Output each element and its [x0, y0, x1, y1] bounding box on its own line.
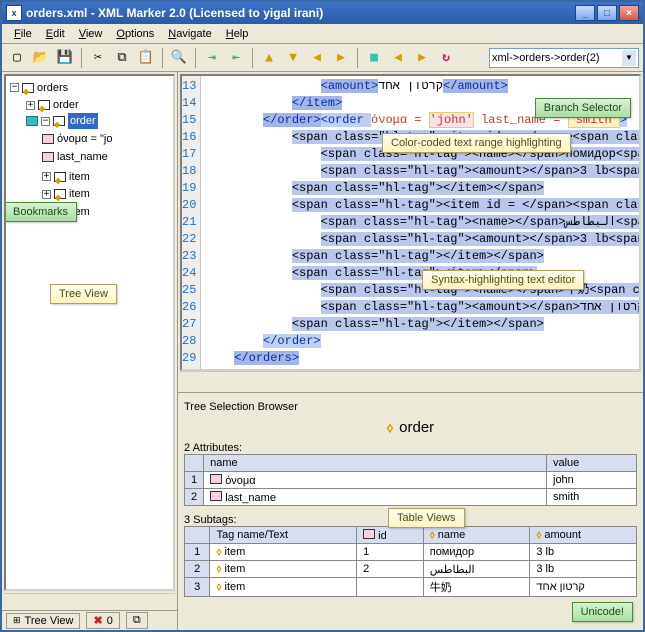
- tree-node-order-selected[interactable]: order: [68, 113, 98, 129]
- table-row: 2 last_namesmith: [185, 489, 637, 506]
- bookmark-icon[interactable]: ■: [363, 47, 385, 69]
- save-icon[interactable]: 💾: [54, 47, 76, 69]
- tag-icon: ◆: [22, 83, 34, 93]
- tag-icon: ⬨: [216, 546, 221, 558]
- prev-bookmark-icon[interactable]: ◀: [387, 47, 409, 69]
- col-name[interactable]: name: [204, 455, 547, 472]
- errors-tab[interactable]: ✖0: [86, 612, 119, 629]
- table-row: 3⬨ item牛奶קרטון אחד: [185, 578, 637, 597]
- app-icon: x: [6, 5, 22, 21]
- tree-scrollbar[interactable]: [4, 593, 175, 610]
- menu-view[interactable]: View: [73, 26, 109, 42]
- tree-node-orders[interactable]: orders: [37, 80, 68, 96]
- col-name[interactable]: ⬨ name: [423, 527, 530, 544]
- nav-left-icon[interactable]: ◀: [306, 47, 328, 69]
- left-statusbar: ⊞Tree View ✖0 ⧉: [2, 610, 177, 630]
- collapse-icon[interactable]: −: [10, 83, 19, 92]
- tree-attr[interactable]: last_name: [57, 149, 108, 165]
- line-gutter: 13 14 15 16 17 18 19 20 21 22 23 24 25 2…: [182, 76, 201, 369]
- maximize-button[interactable]: □: [597, 5, 617, 21]
- branch-selector-text: xml->orders->order(2): [492, 52, 600, 64]
- table-row: 2⬨ item2البطاطس3 lb: [185, 561, 637, 578]
- callout-syntax-editor: Syntax-highlighting text editor: [422, 270, 584, 290]
- close-button[interactable]: ×: [619, 5, 639, 21]
- find-icon[interactable]: 🔍: [168, 47, 190, 69]
- menu-navigate[interactable]: Navigate: [162, 26, 217, 42]
- outdent-icon[interactable]: ⇤: [225, 47, 247, 69]
- next-bookmark-icon[interactable]: ▶: [411, 47, 433, 69]
- tree-node-item[interactable]: item: [69, 169, 90, 185]
- attr-icon: [210, 474, 222, 484]
- new-icon[interactable]: ▢: [6, 47, 28, 69]
- status-extra[interactable]: ⧉: [126, 612, 148, 629]
- treeview-tab-label: Tree View: [25, 615, 74, 627]
- paste-icon[interactable]: 📋: [135, 47, 157, 69]
- selection-browser-title: Tree Selection Browser: [184, 401, 637, 413]
- tag-icon: ⬨: [430, 529, 435, 541]
- minimize-button[interactable]: _: [575, 5, 595, 21]
- menu-options[interactable]: Options: [110, 26, 160, 42]
- collapse-icon[interactable]: −: [41, 117, 50, 126]
- menubar: File Edit View Options Navigate Help: [2, 24, 643, 44]
- tree-view[interactable]: −◆orders +◆order −◆order όνομα = "jo las…: [4, 74, 175, 591]
- table-row: 1⬨ item1помидор3 lb: [185, 544, 637, 561]
- col-value[interactable]: value: [547, 455, 637, 472]
- menu-help[interactable]: Help: [220, 26, 255, 42]
- col-amount[interactable]: ⬨ amount: [530, 527, 637, 544]
- attr-icon: [210, 491, 222, 501]
- selection-browser: Tree Selection Browser ⬨ order 2 Attribut…: [178, 392, 643, 630]
- col-tagname[interactable]: Tag name/Text: [210, 527, 357, 544]
- tag-icon: ◆: [53, 116, 65, 126]
- attributes-table[interactable]: namevalue 1 όνομαjohn 2 last_namesmith: [184, 454, 637, 506]
- tag-icon: ◆: [38, 100, 50, 110]
- code-editor[interactable]: 13 14 15 16 17 18 19 20 21 22 23 24 25 2…: [180, 74, 641, 371]
- tree-attr[interactable]: όνομα = "jo: [57, 131, 112, 147]
- tree-node-order[interactable]: order: [53, 97, 79, 113]
- cut-icon[interactable]: ✂: [87, 47, 109, 69]
- titlebar: x orders.xml - XML Marker 2.0 (Licensed …: [2, 2, 643, 24]
- selection-heading: order: [399, 419, 434, 436]
- attr-icon: [42, 152, 54, 162]
- menu-file[interactable]: File: [8, 26, 38, 42]
- attributes-label: 2 Attributes:: [184, 442, 637, 454]
- callout-color-highlighting: Color-coded text range highlighting: [382, 133, 571, 153]
- nav-up-icon[interactable]: ▲: [258, 47, 280, 69]
- attr-icon: [363, 529, 375, 539]
- callout-bookmarks: Bookmarks: [4, 202, 77, 222]
- nav-down-icon[interactable]: ▼: [282, 47, 304, 69]
- table-row: 1 όνομαjohn: [185, 472, 637, 489]
- callout-treeview: Tree View: [50, 284, 117, 304]
- subtags-table[interactable]: Tag name/Text id ⬨ name ⬨ amount 1⬨ item…: [184, 526, 637, 597]
- refresh-icon[interactable]: ↻: [435, 47, 457, 69]
- col-id[interactable]: id: [357, 527, 424, 544]
- branch-selector[interactable]: xml->orders->order(2) ▼: [489, 48, 639, 68]
- tag-icon: ⬨: [216, 581, 221, 593]
- copy-icon[interactable]: ⧉: [111, 47, 133, 69]
- attr-icon: [42, 134, 54, 144]
- chevron-down-icon[interactable]: ▼: [622, 50, 636, 66]
- tree-node-item[interactable]: item: [69, 186, 90, 202]
- tag-icon: ◆: [54, 172, 66, 182]
- errors-count: 0: [107, 615, 113, 627]
- tag-icon: ⬨: [536, 529, 541, 541]
- expand-icon[interactable]: +: [26, 101, 35, 110]
- treeview-tab[interactable]: ⊞Tree View: [6, 613, 80, 629]
- indent-icon[interactable]: ⇥: [201, 47, 223, 69]
- callout-table-views: Table Views: [388, 508, 465, 528]
- tag-icon: ⬨: [216, 563, 221, 575]
- tag-icon: ◆: [54, 189, 66, 199]
- menu-edit[interactable]: Edit: [40, 26, 71, 42]
- code-area[interactable]: <amount>קרטון אחד</amount> </item> </ord…: [201, 76, 641, 369]
- editor-hscrollbar[interactable]: [180, 371, 641, 388]
- tag-icon: ⬨: [387, 419, 393, 436]
- bookmark-marker-icon: [26, 116, 38, 126]
- open-icon[interactable]: 📂: [30, 47, 52, 69]
- nav-right-icon[interactable]: ▶: [330, 47, 352, 69]
- expand-icon[interactable]: +: [42, 172, 51, 181]
- callout-unicode: Unicode!: [572, 602, 633, 622]
- callout-branch-selector: Branch Selector: [535, 98, 631, 118]
- toolbar: ▢ 📂 💾 ✂ ⧉ 📋 🔍 ⇥ ⇤ ▲ ▼ ◀ ▶ ■ ◀ ▶ ↻ xml->o…: [2, 44, 643, 72]
- window-title: orders.xml - XML Marker 2.0 (Licensed to…: [26, 6, 323, 20]
- expand-icon[interactable]: +: [42, 190, 51, 199]
